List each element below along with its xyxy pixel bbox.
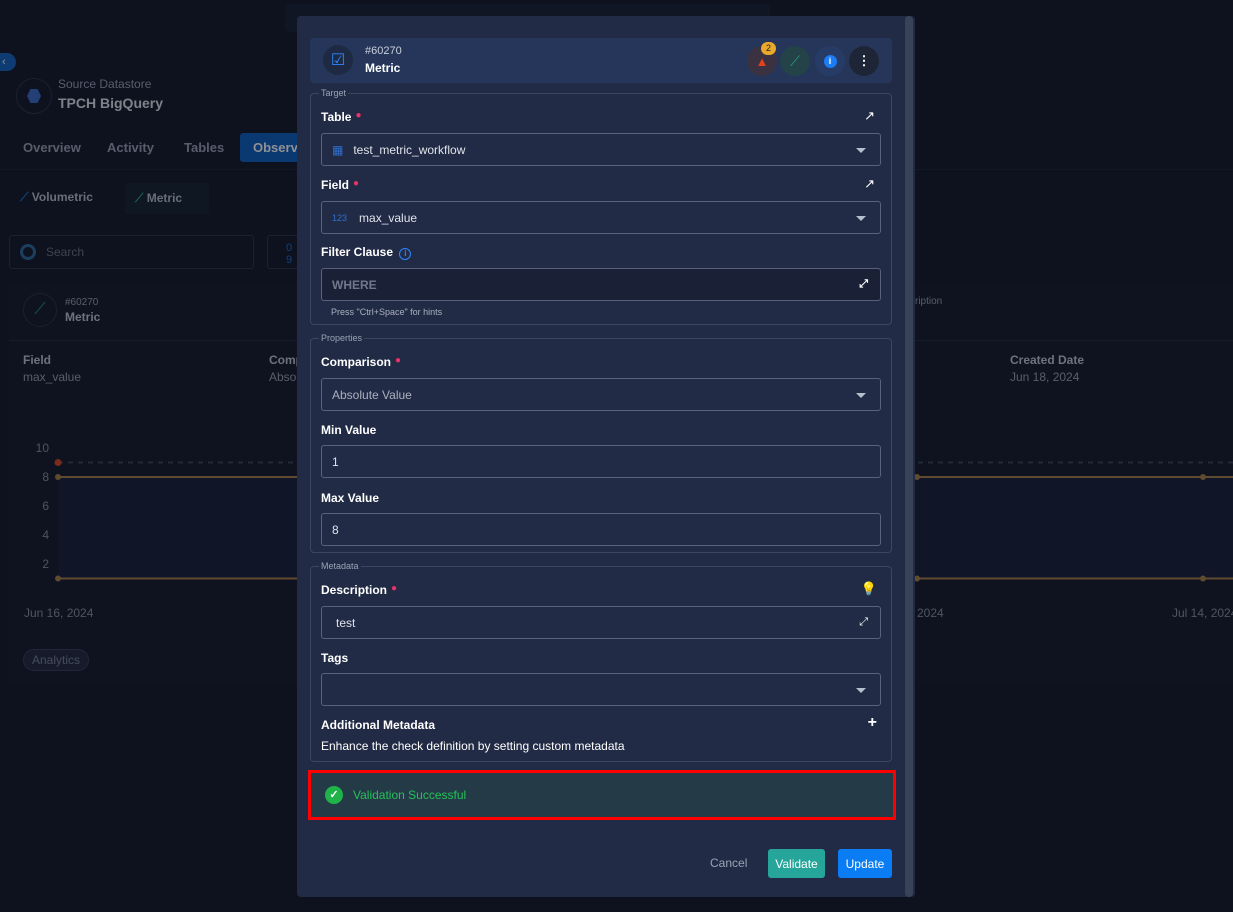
validation-message: Validation Successful (353, 788, 467, 802)
numeric-type-icon: 123 (332, 212, 348, 223)
min-value-label: Min Value (321, 423, 377, 437)
field-select[interactable]: 123 max_value (321, 201, 881, 234)
validation-banner: ✓ Validation Successful (308, 770, 896, 820)
filter-clause-input[interactable]: WHERE ⤢ (321, 268, 881, 301)
info-icon[interactable]: i (815, 46, 845, 76)
chevron-down-icon (856, 393, 866, 398)
check-icon: ☑ (323, 45, 353, 75)
properties-legend: Properties (321, 333, 363, 343)
max-value-label: Max Value (321, 491, 380, 505)
min-value-input[interactable]: 1 (321, 445, 881, 478)
open-field-link-icon[interactable]: ↗ (864, 176, 875, 192)
description-label: Description (321, 583, 388, 597)
tags-label: Tags (321, 651, 349, 665)
max-value-input[interactable]: 8 (321, 513, 881, 546)
description-value: test (336, 615, 356, 630)
field-value: max_value (359, 210, 418, 225)
add-metadata-icon[interactable]: + (868, 714, 877, 732)
table-icon: ▦ (332, 142, 344, 157)
edit-check-modal: ☑ #60270 Metric ▲ 2 ⟋ i ⋮ Target Table ● … (297, 16, 915, 897)
lightbulb-icon[interactable]: 💡 (861, 581, 877, 597)
check-type: Metric (365, 61, 401, 75)
alert-badge: 2 (761, 42, 776, 55)
comparison-label: Comparison (321, 355, 392, 369)
chevron-down-icon (856, 148, 866, 153)
chevron-down-icon (856, 688, 866, 693)
chart-icon[interactable]: ⟋ (780, 46, 810, 76)
target-section: Target Table ● ↗ ▦ test_metric_workflow Fi… (310, 88, 892, 325)
cancel-button[interactable]: Cancel (710, 856, 747, 870)
filter-label: Filter Clause (321, 245, 394, 259)
table-value: test_metric_workflow (353, 142, 466, 157)
check-id: #60270 (365, 45, 402, 57)
max-value: 8 (332, 522, 339, 537)
table-select[interactable]: ▦ test_metric_workflow (321, 133, 881, 166)
min-value: 1 (332, 454, 339, 469)
expand-icon[interactable]: ⤢ (859, 616, 868, 629)
more-options-icon[interactable]: ⋮ (849, 46, 879, 76)
info-icon[interactable]: i (399, 248, 412, 260)
modal-header: ☑ #60270 Metric ▲ 2 ⟋ i ⋮ (310, 38, 892, 83)
scrollbar[interactable] (905, 16, 913, 897)
validate-button[interactable]: Validate (768, 849, 825, 878)
expand-icon[interactable]: ⤢ (859, 278, 868, 291)
chevron-down-icon (856, 216, 866, 221)
metadata-legend: Metadata (321, 561, 359, 571)
table-label: Table (321, 110, 352, 124)
filter-placeholder: WHERE (332, 277, 377, 292)
field-label: Field (321, 178, 350, 192)
target-legend: Target (321, 88, 347, 98)
filter-hint: Press "Ctrl+Space" for hints (331, 307, 443, 317)
description-input[interactable]: test ⤢ (321, 606, 881, 639)
update-button[interactable]: Update (838, 849, 892, 878)
properties-section: Properties Comparison ● Absolute Value Mi… (310, 333, 892, 553)
additional-metadata-description: Enhance the check definition by setting … (321, 739, 625, 753)
additional-metadata-label: Additional Metadata (321, 718, 436, 732)
check-circle-icon: ✓ (325, 786, 343, 804)
tags-select[interactable] (321, 673, 881, 706)
comparison-select[interactable]: Absolute Value (321, 378, 881, 411)
open-table-link-icon[interactable]: ↗ (864, 108, 875, 124)
metadata-section: Metadata Description ● 💡 test ⤢ Tags Addit… (310, 561, 892, 762)
comparison-value: Absolute Value (332, 387, 412, 402)
